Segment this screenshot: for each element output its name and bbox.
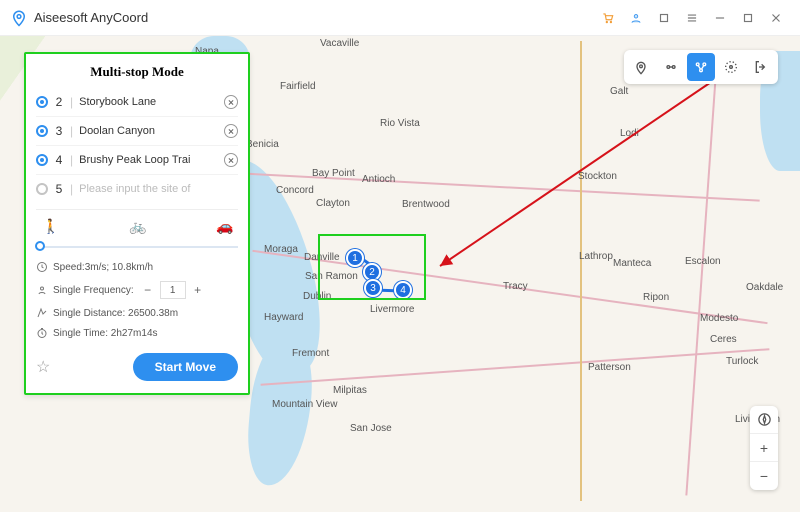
joystick-mode-icon[interactable] bbox=[717, 53, 745, 81]
stop-row: 4|Brushy Peak Loop Trai bbox=[36, 146, 238, 175]
map-place-label: Turlock bbox=[726, 356, 758, 367]
walk-mode-icon[interactable]: 🚶 bbox=[42, 218, 58, 235]
multistop-mode-icon[interactable] bbox=[687, 53, 715, 81]
app-logo-icon bbox=[10, 9, 28, 27]
stop-number: 2 bbox=[54, 95, 64, 109]
zoom-toolbar: + − bbox=[750, 406, 778, 490]
maximize-icon[interactable] bbox=[734, 4, 762, 32]
menu-icon[interactable] bbox=[678, 4, 706, 32]
map-place-label: Manteca bbox=[613, 258, 651, 269]
map-place-label: Lathrop bbox=[579, 251, 613, 262]
time-info: Single Time: 2h27m14s bbox=[36, 323, 238, 343]
map-place-label: Bay Point bbox=[312, 168, 355, 179]
map-place-label: Galt bbox=[610, 86, 628, 97]
stop-name-input[interactable]: Brushy Peak Loop Trai bbox=[79, 154, 218, 166]
map-place-label: Milpitas bbox=[333, 385, 367, 396]
map-place-label: Danville bbox=[304, 252, 340, 263]
stop-row: 5|Please input the site of bbox=[36, 175, 238, 203]
map-place-label: Antioch bbox=[362, 174, 395, 185]
stop-radio-icon[interactable] bbox=[36, 154, 48, 166]
clear-stop-icon[interactable] bbox=[224, 95, 238, 109]
route-point[interactable]: 4 bbox=[394, 281, 412, 299]
locate-mode-icon[interactable] bbox=[627, 53, 655, 81]
car-mode-icon[interactable]: 🚗 bbox=[216, 218, 232, 235]
map-place-label: Escalon bbox=[685, 256, 721, 267]
map-place-label: Rio Vista bbox=[380, 118, 420, 129]
stop-radio-icon[interactable] bbox=[36, 96, 48, 108]
map-place-label: Vacaville bbox=[320, 38, 359, 49]
user-icon[interactable] bbox=[622, 4, 650, 32]
route-point[interactable]: 1 bbox=[346, 249, 364, 267]
map-place-label: San Ramon bbox=[305, 271, 358, 282]
panel-title: Multi-stop Mode bbox=[36, 64, 238, 80]
stop-name-input[interactable]: Please input the site of bbox=[79, 183, 238, 195]
stop-name-input[interactable]: Storybook Lane bbox=[79, 96, 218, 108]
clear-stop-icon[interactable] bbox=[224, 153, 238, 167]
close-icon[interactable] bbox=[762, 4, 790, 32]
route-point[interactable]: 3 bbox=[364, 279, 382, 297]
start-move-button[interactable]: Start Move bbox=[133, 353, 238, 381]
favorite-icon[interactable]: ☆ bbox=[36, 357, 50, 377]
map-place-label: Stockton bbox=[578, 171, 617, 182]
freq-value[interactable]: 1 bbox=[160, 281, 186, 299]
map-place-label: Tracy bbox=[503, 281, 528, 292]
zoom-out-button[interactable]: − bbox=[750, 462, 778, 490]
speed-info: Speed:3m/s; 10.8km/h bbox=[36, 257, 238, 277]
map-place-label: Ripon bbox=[643, 292, 669, 303]
stop-number: 4 bbox=[54, 153, 64, 167]
freq-increase-button[interactable]: + bbox=[191, 283, 205, 297]
travel-mode-row: 🚶 🚲 🚗 bbox=[36, 209, 238, 237]
map-place-label: Moraga bbox=[264, 244, 298, 255]
exit-mode-icon[interactable] bbox=[747, 53, 775, 81]
frequency-row: Single Frequency: − 1 + bbox=[36, 277, 238, 303]
map-place-label: Ceres bbox=[710, 334, 737, 345]
map-place-label: Mountain View bbox=[272, 399, 337, 410]
titlebar: Aiseesoft AnyCoord bbox=[0, 0, 800, 36]
bike-mode-icon[interactable]: 🚲 bbox=[129, 218, 145, 235]
window-restore-icon[interactable] bbox=[650, 4, 678, 32]
stop-row: 3|Doolan Canyon bbox=[36, 117, 238, 146]
mode-toolbar bbox=[624, 50, 778, 84]
map-place-label: Brentwood bbox=[402, 199, 450, 210]
map-place-label: Modesto bbox=[700, 313, 738, 324]
map-place-label: Hayward bbox=[264, 312, 303, 323]
stop-number: 3 bbox=[54, 124, 64, 138]
app-title: Aiseesoft AnyCoord bbox=[34, 10, 148, 25]
stop-name-input[interactable]: Doolan Canyon bbox=[79, 125, 218, 137]
map-place-label: Fremont bbox=[292, 348, 329, 359]
map-place-label: Livermore bbox=[370, 304, 414, 315]
stop-row: 2|Storybook Lane bbox=[36, 88, 238, 117]
clear-stop-icon[interactable] bbox=[224, 124, 238, 138]
distance-info: Single Distance: 26500.38m bbox=[36, 303, 238, 323]
minimize-icon[interactable] bbox=[706, 4, 734, 32]
stop-number: 5 bbox=[54, 182, 64, 196]
zoom-in-button[interactable]: + bbox=[750, 434, 778, 462]
map-place-label: Oakdale bbox=[746, 282, 783, 293]
map-place-label: Dublin bbox=[303, 291, 331, 302]
map-place-label: Benicia bbox=[246, 139, 279, 150]
compass-icon[interactable] bbox=[750, 406, 778, 434]
map-place-label: Lodi bbox=[620, 128, 639, 139]
map-place-label: San Jose bbox=[350, 423, 392, 434]
map-place-label: Clayton bbox=[316, 198, 350, 209]
map-place-label: Concord bbox=[276, 185, 314, 196]
cart-icon[interactable] bbox=[594, 4, 622, 32]
freq-decrease-button[interactable]: − bbox=[141, 283, 155, 297]
multistop-panel: Multi-stop Mode 2|Storybook Lane3|Doolan… bbox=[24, 52, 250, 395]
map-place-label: Fairfield bbox=[280, 81, 316, 92]
stop-radio-icon[interactable] bbox=[36, 125, 48, 137]
stop-radio-icon[interactable] bbox=[36, 183, 48, 195]
onestop-mode-icon[interactable] bbox=[657, 53, 685, 81]
speed-slider[interactable] bbox=[36, 241, 238, 251]
map-place-label: Patterson bbox=[588, 362, 631, 373]
